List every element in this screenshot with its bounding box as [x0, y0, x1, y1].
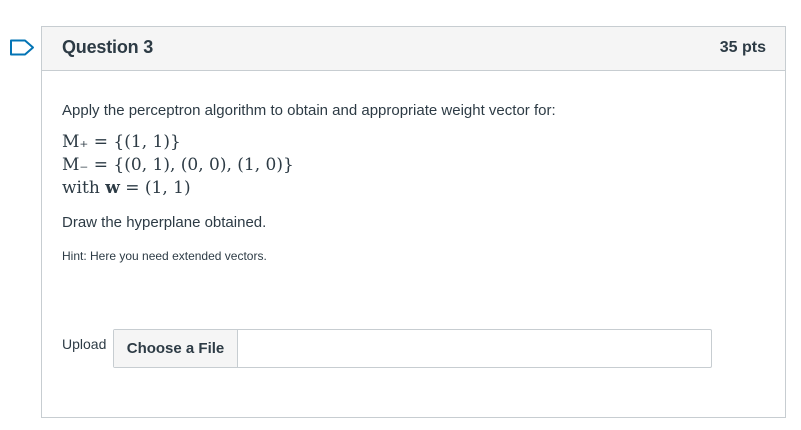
m-minus-set: M₋ = {(0, 1), (0, 0), (1, 0)} [62, 155, 294, 175]
math-block: M₊ = {(1, 1)} M₋ = {(0, 1), (0, 0), (1, … [62, 131, 762, 200]
question-points: 35 pts [719, 39, 766, 56]
initial-weight: with w = (1, 1) [62, 177, 762, 200]
question-card: Question 3 35 pts Apply the perceptron a… [41, 26, 786, 418]
question-prompt: Apply the perceptron algorithm to obtain… [62, 102, 556, 119]
with-prefix: with [62, 178, 106, 198]
question-header: Question 3 35 pts [42, 27, 785, 71]
upload-row: Upload Choose a File [62, 329, 712, 369]
hint-text: Hint: Here you need extended vectors. [62, 249, 267, 263]
weight-symbol: w [105, 178, 120, 198]
question-body: Apply the perceptron algorithm to obtain… [62, 101, 762, 264]
flag-outline-icon[interactable] [9, 39, 35, 56]
draw-instruction: Draw the hyperplane obtained. [62, 214, 267, 231]
m-plus-set: M₊ = {(1, 1)} [62, 132, 181, 152]
file-upload-input[interactable]: Choose a File [113, 329, 712, 368]
weight-value: = (1, 1) [119, 178, 191, 198]
question-title: Question 3 [62, 37, 154, 57]
upload-label: Upload [62, 336, 107, 352]
choose-file-button[interactable]: Choose a File [114, 330, 238, 367]
